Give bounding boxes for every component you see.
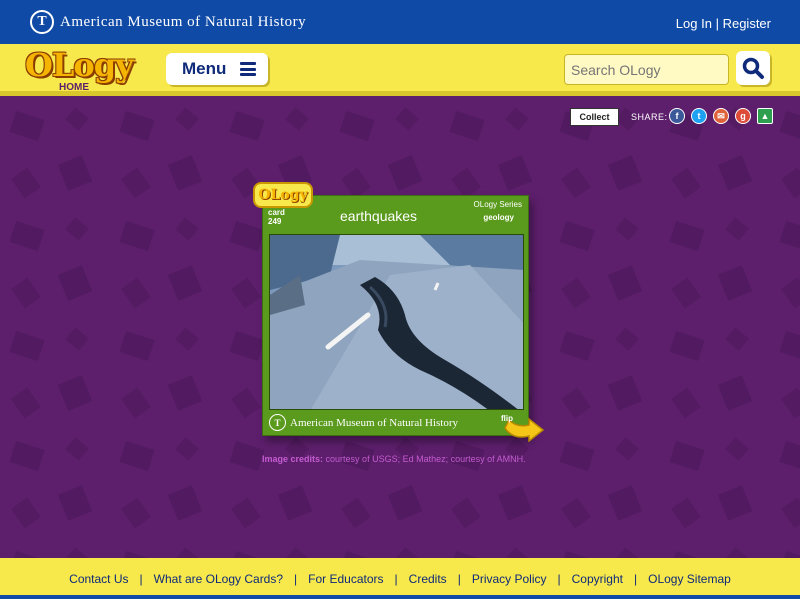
amnh-logo[interactable]: T American Museum of Natural History bbox=[30, 10, 306, 34]
card-footer-text: American Museum of Natural History bbox=[290, 416, 459, 429]
footer-link-credits[interactable]: Credits bbox=[409, 572, 447, 586]
email-icon[interactable]: ✉ bbox=[713, 108, 729, 124]
footer-link-copyright[interactable]: Copyright bbox=[572, 572, 623, 586]
footer-links: Contact Us | What are OLogy Cards? | For… bbox=[0, 572, 800, 586]
twitter-icon[interactable]: t bbox=[691, 108, 707, 124]
google-plus-icon[interactable]: g bbox=[735, 108, 751, 124]
card-series: OLogy Series bbox=[473, 200, 522, 209]
share-label: SHARE: bbox=[631, 112, 668, 122]
ology-logo-word: OLogy bbox=[25, 46, 134, 84]
menu-label: Menu bbox=[182, 59, 227, 78]
footer-link-educators[interactable]: For Educators bbox=[308, 572, 383, 586]
card-title: earthquakes bbox=[340, 208, 418, 224]
footer-separator: | bbox=[633, 572, 638, 586]
ology-logo-home: HOME bbox=[59, 82, 89, 93]
share-icons: f t ✉ g ▲ bbox=[669, 108, 773, 124]
footer-separator: | bbox=[294, 572, 298, 586]
login-link[interactable]: Log In bbox=[676, 16, 712, 31]
ology-card[interactable]: card 249 earthquakes OLogy Series geolog… bbox=[262, 195, 529, 436]
collect-button[interactable]: Collect bbox=[570, 108, 619, 126]
auth-divider: | bbox=[715, 16, 719, 31]
site-header: OLogy HOME Menu bbox=[0, 44, 800, 96]
card-subject: geology bbox=[483, 213, 514, 222]
hamburger-icon bbox=[240, 62, 257, 76]
credits-text: courtesy of USGS; Ed Mathez; courtesy of… bbox=[325, 454, 526, 464]
footer-separator: | bbox=[139, 572, 143, 586]
search-button[interactable] bbox=[736, 51, 770, 85]
search-icon bbox=[742, 57, 764, 79]
card-ology-word: OLogy bbox=[258, 187, 308, 203]
auth-links: Log In | Register bbox=[676, 16, 771, 31]
top-bar: T American Museum of Natural History Log… bbox=[0, 0, 800, 44]
ology-home-logo[interactable]: OLogy HOME bbox=[25, 46, 143, 106]
site-footer: Contact Us | What are OLogy Cards? | For… bbox=[0, 558, 800, 599]
card-number: 249 bbox=[268, 217, 282, 226]
footer-separator: | bbox=[457, 572, 461, 586]
card-ology-tab: OLogy bbox=[253, 182, 313, 208]
card-label: card bbox=[268, 208, 285, 217]
footer-separator: | bbox=[557, 572, 561, 586]
image-credits: Image credits: courtesy of USGS; Ed Math… bbox=[262, 454, 526, 464]
amnh-mark-icon: T bbox=[30, 10, 54, 34]
search-input[interactable] bbox=[564, 54, 729, 85]
flip-label[interactable]: flip bbox=[501, 414, 513, 423]
footer-link-sitemap[interactable]: OLogy Sitemap bbox=[648, 572, 731, 586]
earthquake-photo bbox=[269, 234, 524, 410]
footer-link-contact[interactable]: Contact Us bbox=[69, 572, 128, 586]
card-footer: T American Museum of Natural History bbox=[269, 414, 458, 431]
menu-button[interactable]: Menu bbox=[166, 53, 268, 85]
card-number-block: card 249 bbox=[268, 208, 285, 226]
museum-name: American Museum of Natural History bbox=[60, 13, 307, 30]
amnh-mark-icon: T bbox=[269, 414, 286, 431]
classroom-icon[interactable]: ▲ bbox=[757, 108, 773, 124]
register-link[interactable]: Register bbox=[723, 16, 771, 31]
footer-link-privacy[interactable]: Privacy Policy bbox=[472, 572, 547, 586]
credits-label: Image credits: bbox=[262, 454, 324, 464]
facebook-icon[interactable]: f bbox=[669, 108, 685, 124]
footer-link-about-cards[interactable]: What are OLogy Cards? bbox=[154, 572, 283, 586]
footer-separator: | bbox=[394, 572, 398, 586]
